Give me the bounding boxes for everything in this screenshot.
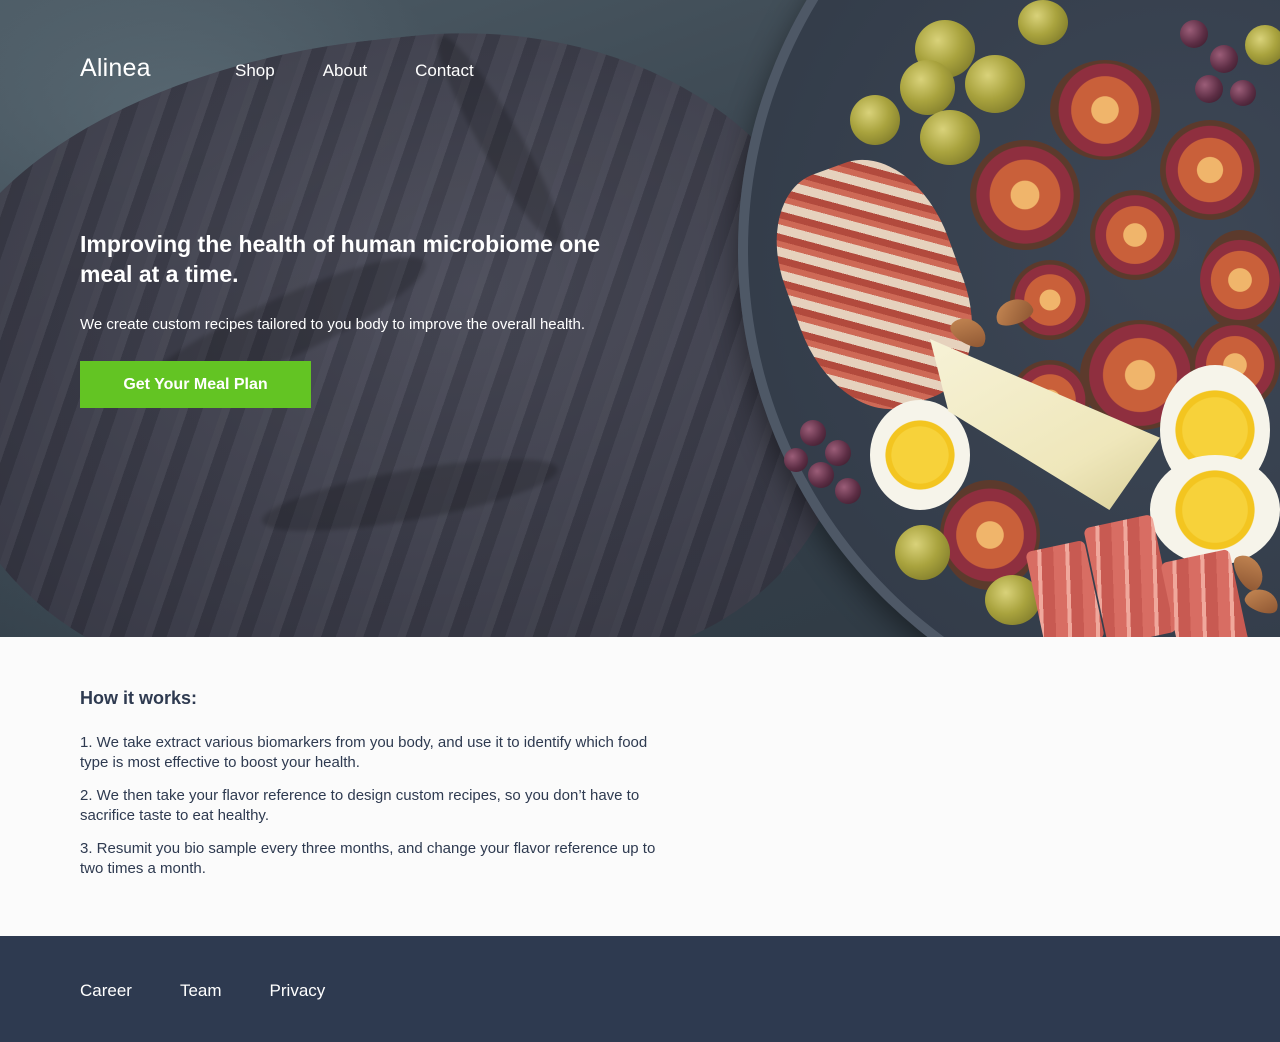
- footer-nav: Career Team Privacy: [80, 981, 325, 1001]
- how-it-works-title: How it works:: [80, 688, 198, 708]
- nav-shop[interactable]: Shop: [235, 61, 275, 81]
- nav-contact[interactable]: Contact: [415, 61, 474, 81]
- get-meal-plan-button[interactable]: Get Your Meal Plan: [80, 361, 311, 408]
- footer: Career Team Privacy: [0, 936, 1280, 1042]
- footer-link-privacy[interactable]: Privacy: [270, 981, 326, 1001]
- hero-section: Alinea Shop About Contact Improving the …: [0, 0, 1280, 637]
- step-1-text: 1. We take extract various biomarkers fr…: [80, 734, 648, 771]
- nav-about[interactable]: About: [323, 61, 367, 81]
- hero-subline: We create custom recipes tailored to you…: [80, 316, 585, 333]
- hero-headline: Improving the health of human microbiome…: [80, 231, 601, 287]
- step-3-text: 3. Resumit you bio sample every three mo…: [80, 840, 656, 877]
- how-it-works-section: How it works: 1. We take extract various…: [80, 688, 660, 892]
- footer-link-career[interactable]: Career: [80, 981, 132, 1001]
- brand-logo[interactable]: Alinea: [80, 54, 151, 83]
- hero-content: Alinea Shop About Contact Improving the …: [0, 0, 1280, 637]
- main-nav: Shop About Contact: [235, 61, 474, 81]
- footer-link-team[interactable]: Team: [180, 981, 222, 1001]
- step-2-text: 2. We then take your flavor reference to…: [80, 787, 640, 824]
